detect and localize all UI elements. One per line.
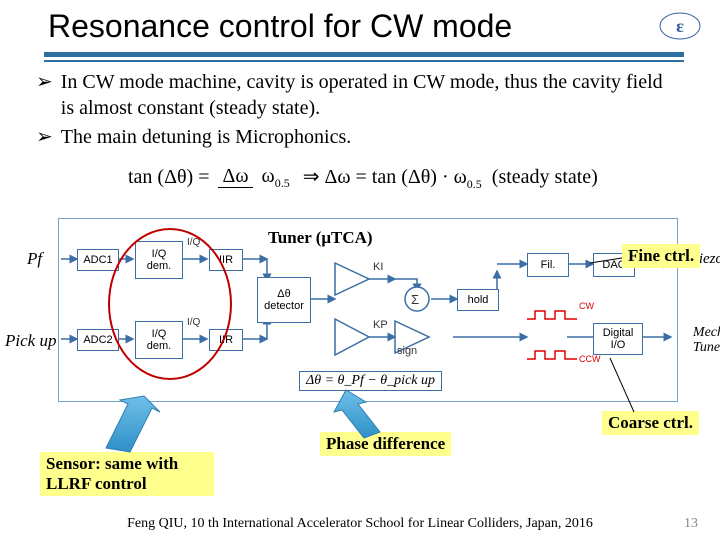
eq-dtheta: Δθ = θ_Pf − θ_pick up [299,371,442,391]
blk-hold: hold [457,289,499,311]
port-mech: Mechanical Tuner [693,325,720,356]
lbl-ki: KI [373,261,383,273]
bullet-list: ➢ In CW mode machine, cavity is operated… [36,70,676,155]
highlight-ellipse [108,228,232,380]
lbl-cw: CW [579,301,594,311]
blk-adc1: ADC1 [77,249,119,271]
list-item: ➢ In CW mode machine, cavity is operated… [36,70,676,121]
title-underline-2 [44,60,684,62]
page-title: Resonance control for CW mode [48,8,512,45]
lbl-sigma: Σ [411,292,419,307]
port-pf: Pf [27,249,42,269]
eq-lhs: tan (Δθ) = [128,166,209,188]
footer-text: Feng QIU, 10 th International Accelerato… [0,516,720,532]
lbl-kp: KP [373,319,388,331]
coarse-ctrl-label: Coarse ctrl. [602,411,699,435]
sensor-label: Sensor: same with LLRF control [40,452,214,496]
svg-text:ɛ: ɛ [676,16,684,36]
tuner-label: Tuner (μTCA) [262,226,379,250]
eq-implies: ⇒ [303,166,320,188]
bullet-marker-icon: ➢ [36,70,53,121]
page-number: 13 [684,516,698,532]
lbl-ccw: CCW [579,354,601,364]
bullet-marker-icon: ➢ [36,125,53,151]
bullet-text: The main detuning is Microphonics. [61,125,676,151]
eq-tail-text: (steady state) [492,166,598,188]
eq-num: Δω [218,165,252,188]
title-underline-1 [44,52,684,57]
lbl-sign: sign [397,345,417,357]
eq-rhs: Δω = tan (Δθ) · ω [324,166,466,188]
blk-fil: Fil. [527,253,569,277]
eq-den: ω0.5 [258,165,294,187]
phase-diff-label: Phase difference [320,432,451,456]
eq-rhs-sub: 0.5 [467,177,482,191]
fine-ctrl-label: Fine ctrl. [622,244,700,268]
bullet-text: In CW mode machine, cavity is operated i… [61,70,676,121]
eq-frac: Δω ω0.5 [218,165,293,191]
equation: tan (Δθ) = Δω ω0.5 ⇒ Δω = tan (Δθ) · ω0.… [128,164,598,192]
blk-dth-detector: Δθ detector [257,277,311,323]
port-pickup: Pick up [5,331,56,351]
blk-dio: Digital I/O [593,323,643,355]
list-item: ➢ The main detuning is Microphonics. [36,125,676,151]
org-logo-icon: ɛ [658,10,702,42]
